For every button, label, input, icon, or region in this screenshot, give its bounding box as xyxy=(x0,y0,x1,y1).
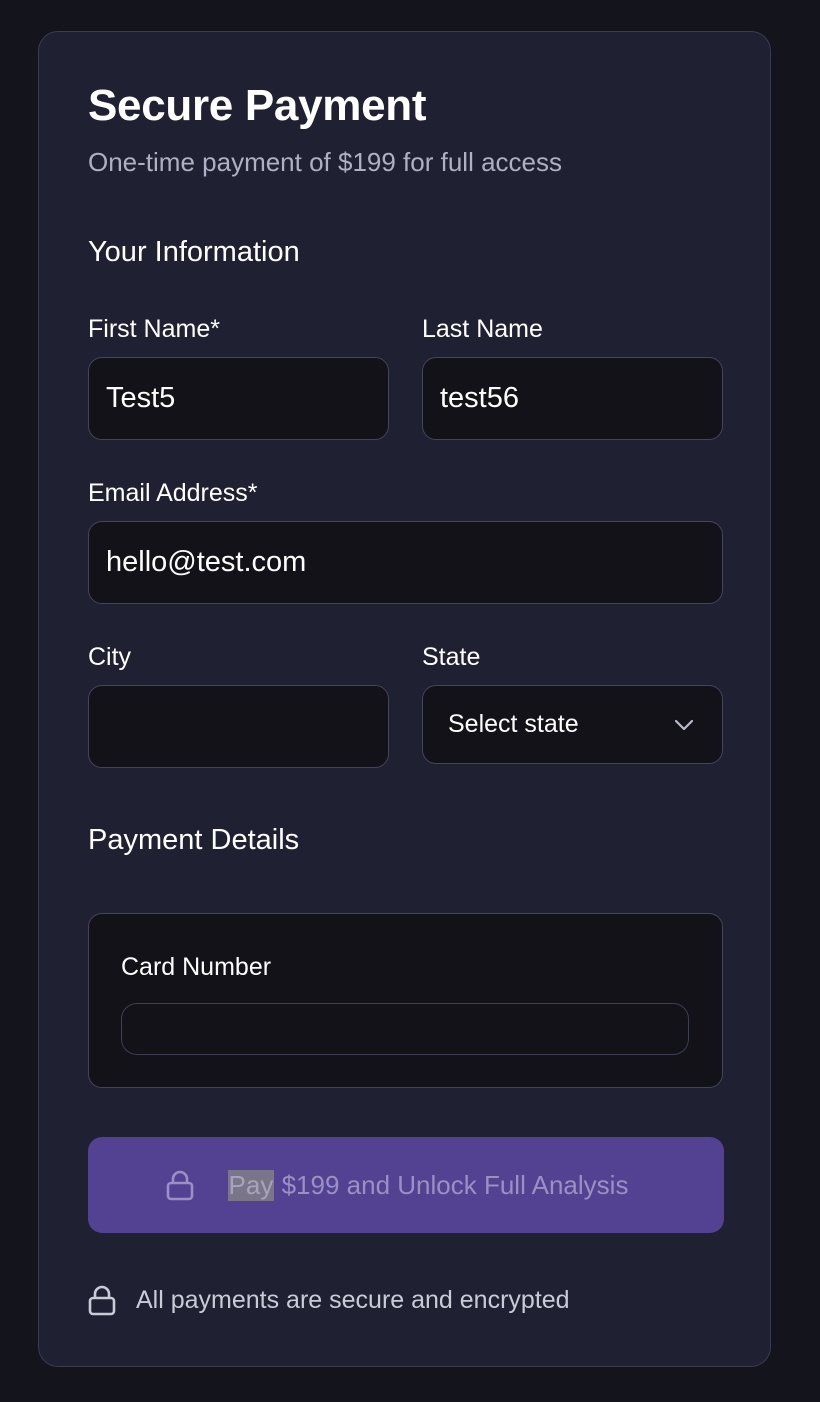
first-name-label: First Name* xyxy=(88,315,220,343)
last-name-value: test56 xyxy=(440,382,519,414)
first-name-value: Test5 xyxy=(106,382,176,414)
last-name-label: Last Name xyxy=(422,315,543,343)
secure-note: All payments are secure and encrypted xyxy=(88,1284,570,1316)
page-title: Secure Payment xyxy=(88,81,427,130)
card-element-container: Card Number xyxy=(88,913,723,1088)
email-field[interactable]: hello@test.com xyxy=(88,521,723,604)
state-select[interactable]: Select state xyxy=(422,685,723,764)
card-number-label: Card Number xyxy=(121,953,272,981)
pay-button-label: Pay $199 and Unlock Full Analysis xyxy=(227,1169,629,1201)
email-value: hello@test.com xyxy=(106,546,307,578)
city-field[interactable] xyxy=(88,685,389,768)
card-number-input[interactable] xyxy=(121,1003,689,1055)
state-selected-value: Select state xyxy=(448,710,579,738)
last-name-field[interactable]: test56 xyxy=(422,357,723,440)
chevron-down-icon xyxy=(674,719,694,731)
secure-note-text: All payments are secure and encrypted xyxy=(136,1286,570,1314)
pay-button[interactable]: Pay $199 and Unlock Full Analysis xyxy=(88,1137,724,1233)
lock-icon xyxy=(166,1169,194,1201)
first-name-field[interactable]: Test5 xyxy=(88,357,389,440)
pay-word-selected: Pay xyxy=(227,1169,275,1201)
pay-button-rest: $199 and Unlock Full Analysis xyxy=(274,1169,629,1200)
payment-card: Secure Payment One-time payment of $199 … xyxy=(38,31,771,1367)
page-subtitle: One-time payment of $199 for full access xyxy=(88,147,563,177)
lock-icon xyxy=(88,1284,116,1316)
city-label: City xyxy=(88,643,132,671)
your-information-heading: Your Information xyxy=(88,236,300,268)
state-label: State xyxy=(422,643,481,671)
payment-details-heading: Payment Details xyxy=(88,824,300,856)
email-label: Email Address* xyxy=(88,479,258,507)
